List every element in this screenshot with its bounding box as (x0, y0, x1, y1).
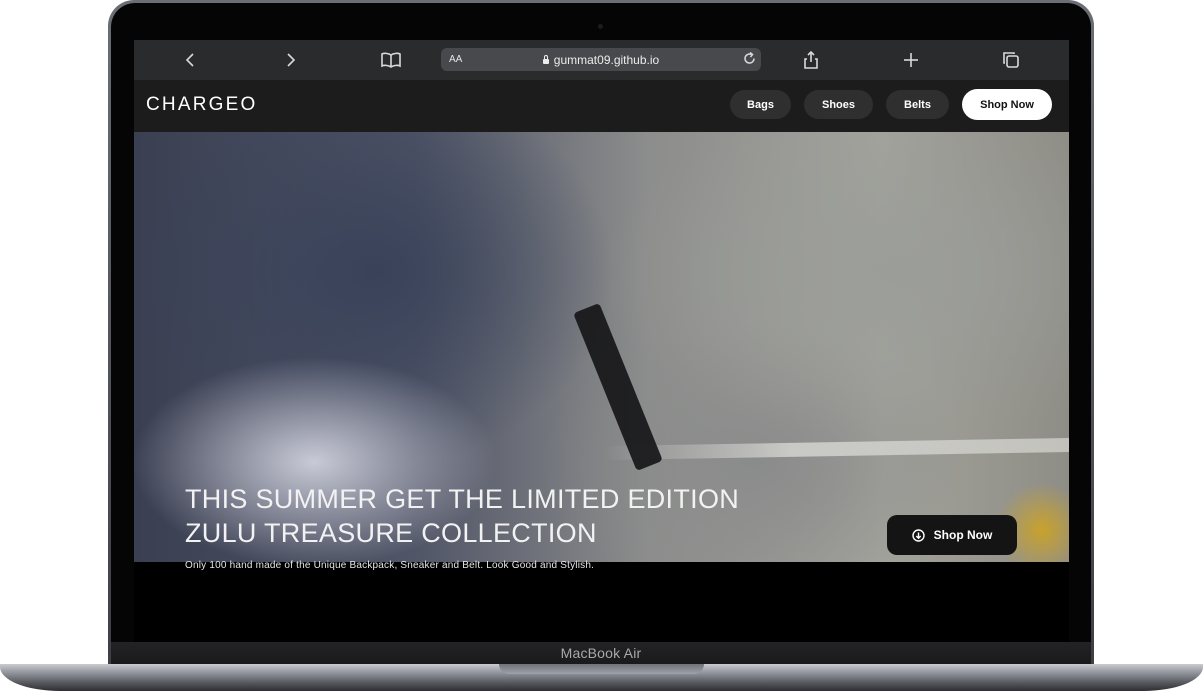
camera-icon (598, 24, 603, 29)
nav-shop-now-button[interactable]: Shop Now (962, 89, 1052, 120)
url-text: gummat09.github.io (553, 52, 660, 67)
laptop-notch (499, 664, 704, 674)
screen: AA gummat09.github.io CHARGEO Bags Shoes… (134, 40, 1069, 642)
site-logo[interactable]: CHARGEO (146, 94, 257, 116)
hero-shop-now-button[interactable]: Shop Now (887, 515, 1017, 555)
nav-shoes-button[interactable]: Shoes (804, 90, 873, 119)
new-tab-icon[interactable] (899, 48, 923, 72)
reader-button[interactable]: AA (449, 54, 462, 65)
back-icon[interactable] (179, 48, 203, 72)
arrow-down-circle-icon (911, 528, 925, 542)
hero-title-line: ZULU TREASURE COLLECTION (185, 518, 597, 548)
bookmarks-icon[interactable] (379, 48, 403, 72)
address-bar[interactable]: AA gummat09.github.io (441, 48, 761, 71)
hero-subtitle: Only 100 hand made of the Unique Backpac… (185, 560, 595, 571)
site-navbar: CHARGEO Bags Shoes Belts Shop Now (134, 80, 1069, 132)
hero-background-detail (603, 437, 1069, 461)
device-label: MacBook Air (560, 645, 642, 661)
nav-bags-button[interactable]: Bags (730, 90, 791, 119)
reload-icon[interactable] (742, 51, 757, 71)
hero-title-line: THIS SUMMER GET THE LIMITED EDITION (185, 484, 740, 514)
browser-toolbar: AA gummat09.github.io (134, 40, 1069, 80)
nav-belts-button[interactable]: Belts (886, 90, 949, 119)
forward-icon[interactable] (278, 48, 302, 72)
tabs-icon[interactable] (999, 48, 1023, 72)
lock-icon (542, 54, 549, 64)
share-icon[interactable] (799, 48, 823, 72)
hero-cta-label: Shop Now (933, 528, 993, 542)
url-display: gummat09.github.io (441, 53, 761, 67)
hero-title: THIS SUMMER GET THE LIMITED EDITION ZULU… (185, 482, 805, 550)
laptop-chin: MacBook Air (111, 642, 1091, 664)
